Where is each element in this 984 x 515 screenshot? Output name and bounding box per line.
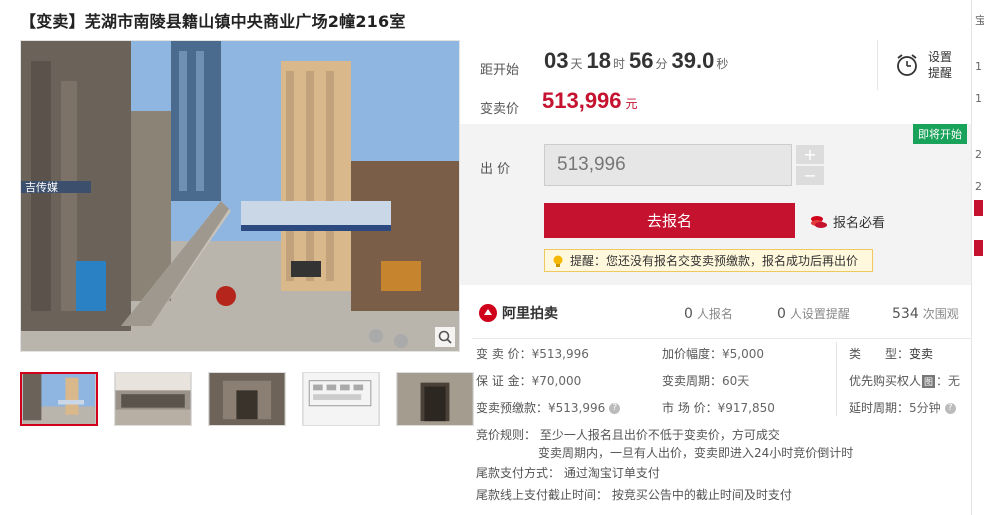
decrease-bid-button[interactable]: − [796,166,824,185]
rules-line-1: 竞价规则： 至少一人报名且出价不低于变卖价，方可成交 [476,428,780,442]
info-column-divider [836,342,837,416]
info-market-price-value: ¥917,850 [717,401,775,415]
thumbnail-3[interactable] [208,372,286,426]
right-edge-char-4: 2 [975,148,982,161]
info-prepay-label: 变卖预缴款： [476,401,549,415]
right-edge-char-3: 1 [975,92,982,105]
auction-stats: 阿里拍卖 0 人报名 0 人设置提醒 534 次围观 [460,300,971,326]
info-prepay-value: ¥513,996 [548,401,606,415]
set-reminder-button[interactable]: 设置提醒 [877,40,971,90]
reminder-tip-text: 提醒：您还没有报名交变卖预缴款，报名成功后再出价 [570,254,859,268]
countdown-days-unit: 天 [570,57,583,71]
info-sale-price: 变 卖 价：¥513,996 [476,345,589,362]
right-edge-red-tab[interactable] [974,200,983,216]
countdown-hours: 18 [586,48,611,73]
info-priority-label: 优先购买权人 [849,374,922,388]
set-reminder-label: 设置提醒 [928,50,953,80]
info-type: 类 型：变卖 [849,345,933,362]
help-icon[interactable]: ? [609,403,621,414]
info-cycle-label: 变卖周期： [662,374,723,388]
reminder-count-num: 0 [777,305,786,322]
rules-line-2: 变卖周期内，一旦有人出价，变卖即进入24小时竞价倒计时 [538,446,854,460]
lightbulb-icon [553,255,563,267]
reminder-count-label: 人设置提醒 [789,306,850,321]
main-property-photo[interactable]: 吉传媒 [20,40,460,352]
priority-tag-icon[interactable]: 图 [922,375,936,388]
info-market-price-label: 市 场 价： [662,401,718,415]
starting-soon-badge: 即将开始 [913,124,967,144]
info-market-price: 市 场 价：¥917,850 [662,399,775,416]
signup-guide-link[interactable]: 报名必看 [810,212,885,231]
info-increment: 加价幅度：¥5,000 [662,345,764,362]
bid-label: 出 价 [480,162,511,177]
info-sale-price-label: 变 卖 价： [476,347,532,361]
info-sale-price-value: ¥513,996 [531,347,589,361]
countdown-minutes: 56 [629,48,654,73]
info-increment-value: ¥5,000 [722,347,765,361]
countdown-label: 距开始 [480,63,520,78]
bid-panel: 即将开始 出 价 + − 去报名 报名必看 提醒：您还没有报名交变卖预缴款，报名… [460,124,971,285]
signup-guide-label: 报名必看 [833,216,886,231]
info-type-label: 类 型： [849,347,910,361]
signup-count: 0 人报名 [684,305,733,322]
reminder-tip: 提醒：您还没有报名交变卖预缴款，报名成功后再出价 [544,249,873,272]
alarm-clock-icon [897,54,917,76]
coins-icon [811,215,827,228]
info-prepay: 变卖预缴款：¥513,996? [476,399,621,416]
sale-price-unit: 元 [625,97,638,111]
info-type-value: 变卖 [909,347,934,361]
info-cycle: 变卖周期：60天 [662,372,749,389]
right-edge-char-1: 宝 [975,14,984,27]
reminder-count: 0 人设置提醒 [777,305,850,322]
right-sidebar-edge: 宝 1 1 2 2 [971,0,984,515]
right-edge-char-2: 1 [975,60,982,73]
countdown-timer: 03 天 18 时 56 分 39.0 秒 [544,48,732,74]
info-delay-value: 5分钟 [909,401,941,415]
signup-count-num: 0 [684,305,693,322]
price-label: 变卖价 [480,102,520,117]
info-delay: 延时周期：5分钟? [849,399,956,416]
info-priority: 优先购买权人图：无 [849,372,960,389]
ali-auction-logo-text: 阿里拍卖 [502,306,558,322]
info-priority-value: ：无 [936,374,961,388]
info-deposit-value: ¥70,000 [531,374,582,388]
sale-price-value: 513,996 [542,88,622,113]
signup-count-label: 人报名 [696,306,733,321]
info-increment-label: 加价幅度： [662,347,723,361]
info-deposit-label: 保 证 金： [476,374,532,388]
countdown-seconds-unit: 秒 [716,57,729,71]
street-scene-image: 吉传媒 [21,41,459,351]
bid-amount-input[interactable] [544,144,792,186]
info-deposit: 保 证 金：¥70,000 [476,372,581,389]
ali-auction-logo: 阿里拍卖 [478,303,558,323]
page-title: 【变卖】芜湖市南陵县籍山镇中央商业广场2幢216室 [20,12,406,31]
sale-price: 513,996 元 [542,88,638,114]
ali-auction-logo-icon [479,304,497,322]
countdown-minutes-unit: 分 [655,57,668,71]
thumbnail-2[interactable] [114,372,192,426]
right-edge-char-5: 2 [975,180,982,193]
signup-button[interactable]: 去报名 [544,203,795,238]
increase-bid-button[interactable]: + [796,145,824,164]
rules-line-4: 尾款线上支付截止时间： 按竞买公告中的截止时间及时支付 [476,488,792,502]
info-cycle-value: 60天 [722,374,750,388]
view-count-label: 次围观 [922,306,959,321]
view-count: 534 次围观 [892,305,959,322]
view-count-num: 534 [892,305,919,322]
thumbnail-5[interactable] [396,372,474,426]
right-edge-red-tab-2[interactable] [974,240,983,256]
countdown-days: 03 [544,48,569,73]
countdown-seconds: 39.0 [671,48,715,73]
countdown-hours-unit: 时 [612,57,625,71]
info-delay-label: 延时周期： [849,401,910,415]
stats-divider [472,338,971,339]
svg-text:吉传媒: 吉传媒 [25,181,58,194]
thumbnail-strip [20,372,474,426]
delay-help-icon[interactable]: ? [944,403,956,414]
zoom-icon[interactable] [435,327,455,347]
thumbnail-1[interactable] [20,372,98,426]
rules-line-3: 尾款支付方式： 通过淘宝订单支付 [476,466,660,480]
thumbnail-4[interactable] [302,372,380,426]
